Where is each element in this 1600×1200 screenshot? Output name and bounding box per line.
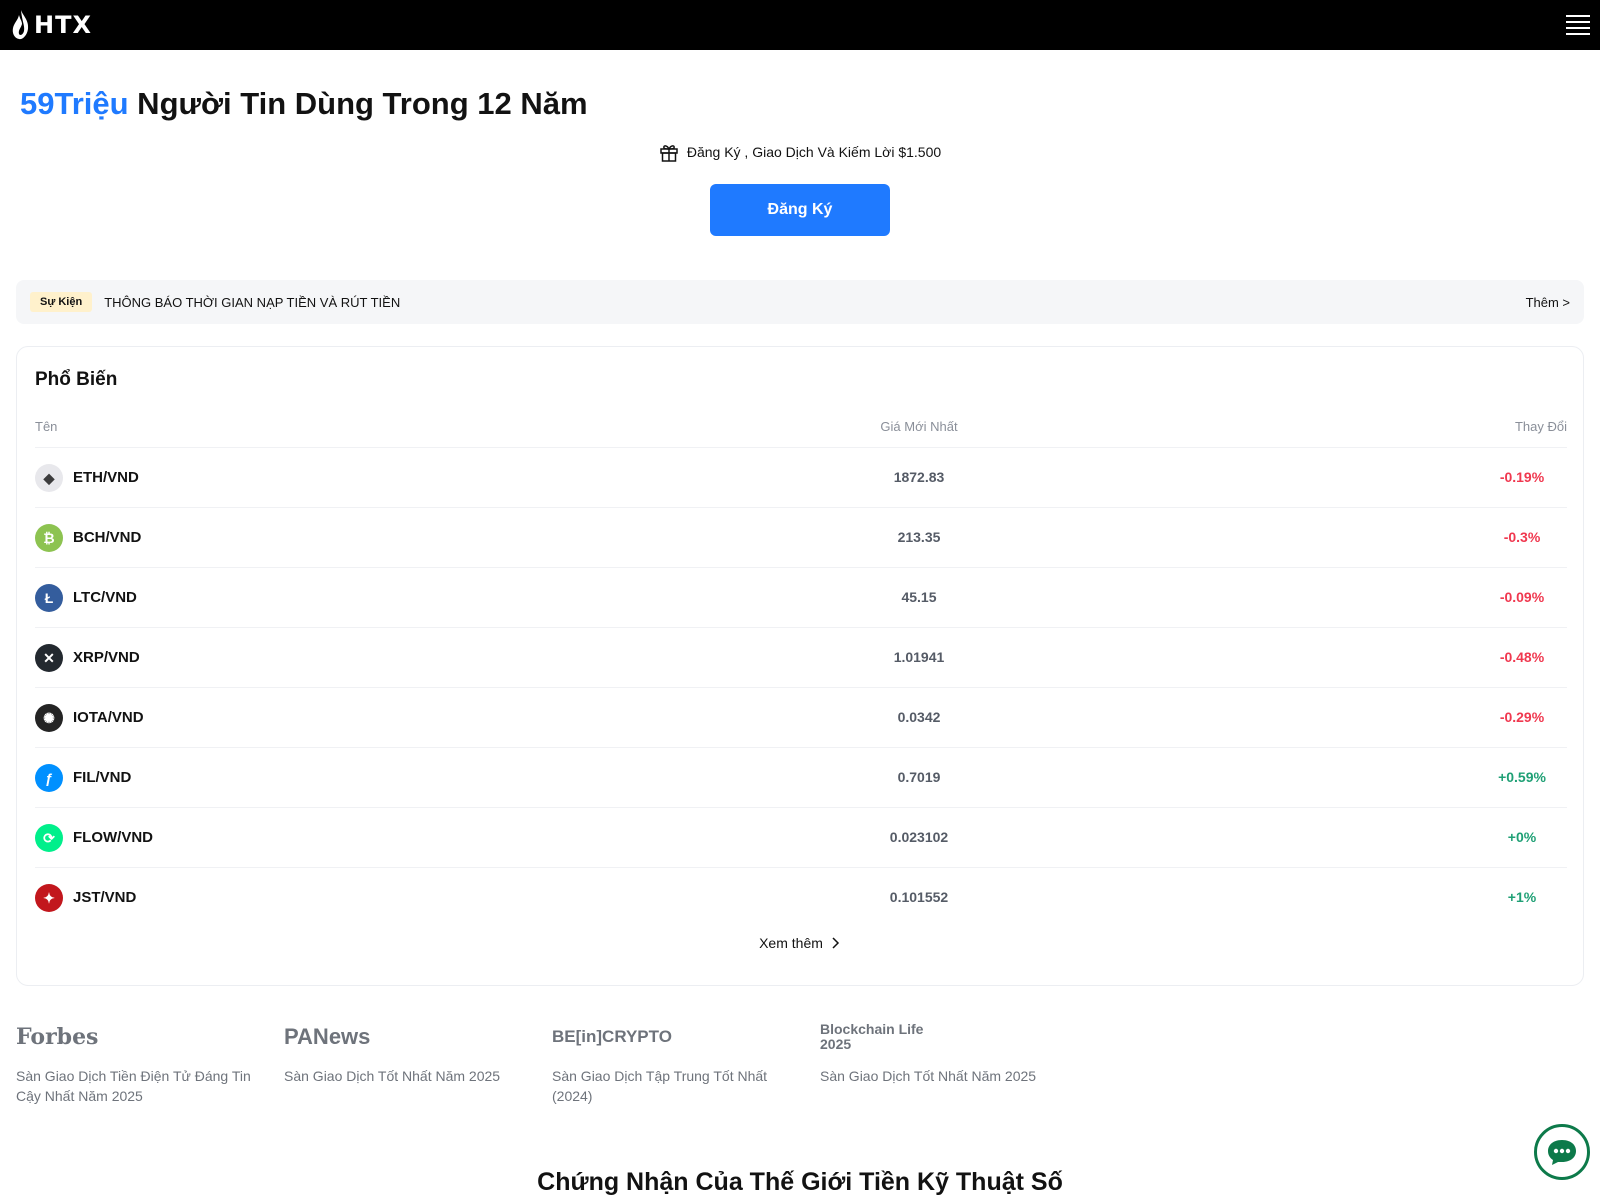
pair-name: FLOW/VND <box>73 829 153 846</box>
press-item-panews: PANews Sàn Giao Dịch Tốt Nhất Năm 2025 <box>284 1022 534 1086</box>
table-row[interactable]: ◆ ETH/VND 1872.83 -0.19% <box>35 447 1567 507</box>
last-price: 0.0342 <box>897 709 941 725</box>
fil-icon: ƒ <box>35 764 63 792</box>
press-desc: Sàn Giao Dịch Tập Trung Tốt Nhất (2024) <box>552 1068 768 1104</box>
press-section: Forbes Sàn Giao Dịch Tiền Điện Tử Đáng T… <box>16 1022 1036 1112</box>
column-change: Thay Đổi <box>1514 419 1567 434</box>
gift-icon <box>660 145 678 162</box>
pair-name: LTC/VND <box>73 589 137 606</box>
pair-name: FIL/VND <box>73 769 132 786</box>
htx-logo[interactable]: HTX <box>10 9 92 41</box>
table-row[interactable]: ƒ FIL/VND 0.7019 +0.59% <box>35 747 1567 807</box>
promo-line: Đăng Ký , Giao Dịch Và Kiếm Lời $1.500 <box>0 142 1600 162</box>
top-navbar: HTX <box>0 0 1600 50</box>
press-item-beincrypto: BE[in]CRYPTO Sàn Giao Dịch Tập Trung Tốt… <box>552 1022 802 1106</box>
pair-name: IOTA/VND <box>73 709 144 726</box>
price-change: +0% <box>1507 829 1537 845</box>
announcement-text[interactable]: THÔNG BÁO THỜI GIAN NẠP TIỀN VÀ RÚT TIỀN <box>104 295 1525 310</box>
pair-name: ETH/VND <box>73 469 139 486</box>
certification-title: Chứng Nhận Của Thế Giới Tiền Kỹ Thuật Số <box>537 1168 1063 1196</box>
press-desc: Sàn Giao Dịch Tiền Điện Tử Đáng Tin Cậy … <box>16 1068 251 1104</box>
press-item-forbes: Forbes Sàn Giao Dịch Tiền Điện Tử Đáng T… <box>16 1022 266 1106</box>
chat-dots-icon <box>1548 1140 1576 1165</box>
view-more-link[interactable]: Xem thêm <box>17 935 1583 951</box>
price-change: -0.48% <box>1499 649 1545 665</box>
price-change: +0.59% <box>1498 769 1546 785</box>
signup-button[interactable]: Đăng Ký <box>710 184 890 236</box>
table-row[interactable]: ✕ XRP/VND 1.01941 -0.48% <box>35 627 1567 687</box>
price-change: -0.19% <box>1499 469 1545 485</box>
last-price: 0.101552 <box>889 889 949 905</box>
press-desc: Sàn Giao Dịch Tốt Nhất Năm 2025 <box>820 1068 1037 1084</box>
hero-title-accent: 59Triệu <box>20 86 129 121</box>
pair-name: XRP/VND <box>73 649 140 666</box>
table-row[interactable]: ✦ JST/VND 0.101552 +1% <box>35 867 1567 927</box>
column-name: Tên <box>35 419 58 434</box>
price-change: -0.09% <box>1499 589 1545 605</box>
table-header: Tên Giá Mới Nhất Thay Đổi <box>35 419 1567 443</box>
pair-name: JST/VND <box>73 889 137 906</box>
view-more-label: Xem thêm <box>759 935 823 951</box>
popular-title: Phổ Biến <box>35 369 118 390</box>
logo-text: HTX <box>34 11 92 39</box>
chat-bubble-icon[interactable] <box>1534 1124 1590 1180</box>
press-item-blockchain-life: Blockchain Life 2025 Sàn Giao Dịch Tốt N… <box>820 1022 1070 1086</box>
last-price: 45.15 <box>901 589 937 605</box>
hero-title: 59Triệu Người Tin Dùng Trong 12 Năm <box>20 86 588 122</box>
hamburger-menu-icon[interactable] <box>1566 13 1590 37</box>
flow-icon: ⟳ <box>35 824 63 852</box>
price-change: -0.3% <box>1503 529 1541 545</box>
pair-name: BCH/VND <box>73 529 142 546</box>
chevron-right-icon <box>832 937 839 949</box>
last-price: 213.35 <box>897 529 941 545</box>
last-price: 0.7019 <box>897 769 941 785</box>
price-change: +1% <box>1507 889 1537 905</box>
promo-text: Đăng Ký , Giao Dịch Và Kiếm Lời $1.500 <box>686 144 942 160</box>
xrp-icon: ✕ <box>35 644 63 672</box>
beincrypto-logo: BE[in]CRYPTO <box>552 1027 672 1046</box>
table-row[interactable]: Ł LTC/VND 45.15 -0.09% <box>35 567 1567 627</box>
iota-icon: ✺ <box>35 704 63 732</box>
event-badge: Sự Kiện <box>30 292 93 312</box>
forbes-logo: Forbes <box>16 1024 99 1050</box>
popular-markets-card: Phổ Biến Tên Giá Mới Nhất Thay Đổi ◆ ETH/… <box>16 346 1584 986</box>
eth-icon: ◆ <box>35 464 63 492</box>
last-price: 1.01941 <box>893 649 945 665</box>
last-price: 0.023102 <box>889 829 949 845</box>
last-price: 1872.83 <box>893 469 945 485</box>
announcement-bar[interactable]: Sự Kiện THÔNG BÁO THỜI GIAN NẠP TIỀN VÀ … <box>16 280 1584 324</box>
press-desc: Sàn Giao Dịch Tốt Nhất Năm 2025 <box>284 1068 501 1084</box>
announcement-more-link[interactable]: Thêm > <box>1526 295 1570 310</box>
ltc-icon: Ł <box>35 584 63 612</box>
table-row[interactable]: ⟳ FLOW/VND 0.023102 +0% <box>35 807 1567 867</box>
jst-icon: ✦ <box>35 884 63 912</box>
price-change: -0.29% <box>1499 709 1545 725</box>
table-row[interactable]: ✺ IOTA/VND 0.0342 -0.29% <box>35 687 1567 747</box>
flame-icon <box>12 10 29 40</box>
blockchain-life-logo: Blockchain Life 2025 <box>820 1021 924 1052</box>
panews-logo: PANews <box>284 1024 371 1049</box>
bch-icon: ₿ <box>35 524 63 552</box>
markets-table: ◆ ETH/VND 1872.83 -0.19% ₿ BCH/VND 213.35 -0.3%… <box>35 447 1567 927</box>
hero-title-text: Người Tin Dùng Trong 12 Năm <box>128 86 588 121</box>
column-price: Giá Mới Nhất <box>880 419 958 434</box>
table-row[interactable]: ₿ BCH/VND 213.35 -0.3% <box>35 507 1567 567</box>
